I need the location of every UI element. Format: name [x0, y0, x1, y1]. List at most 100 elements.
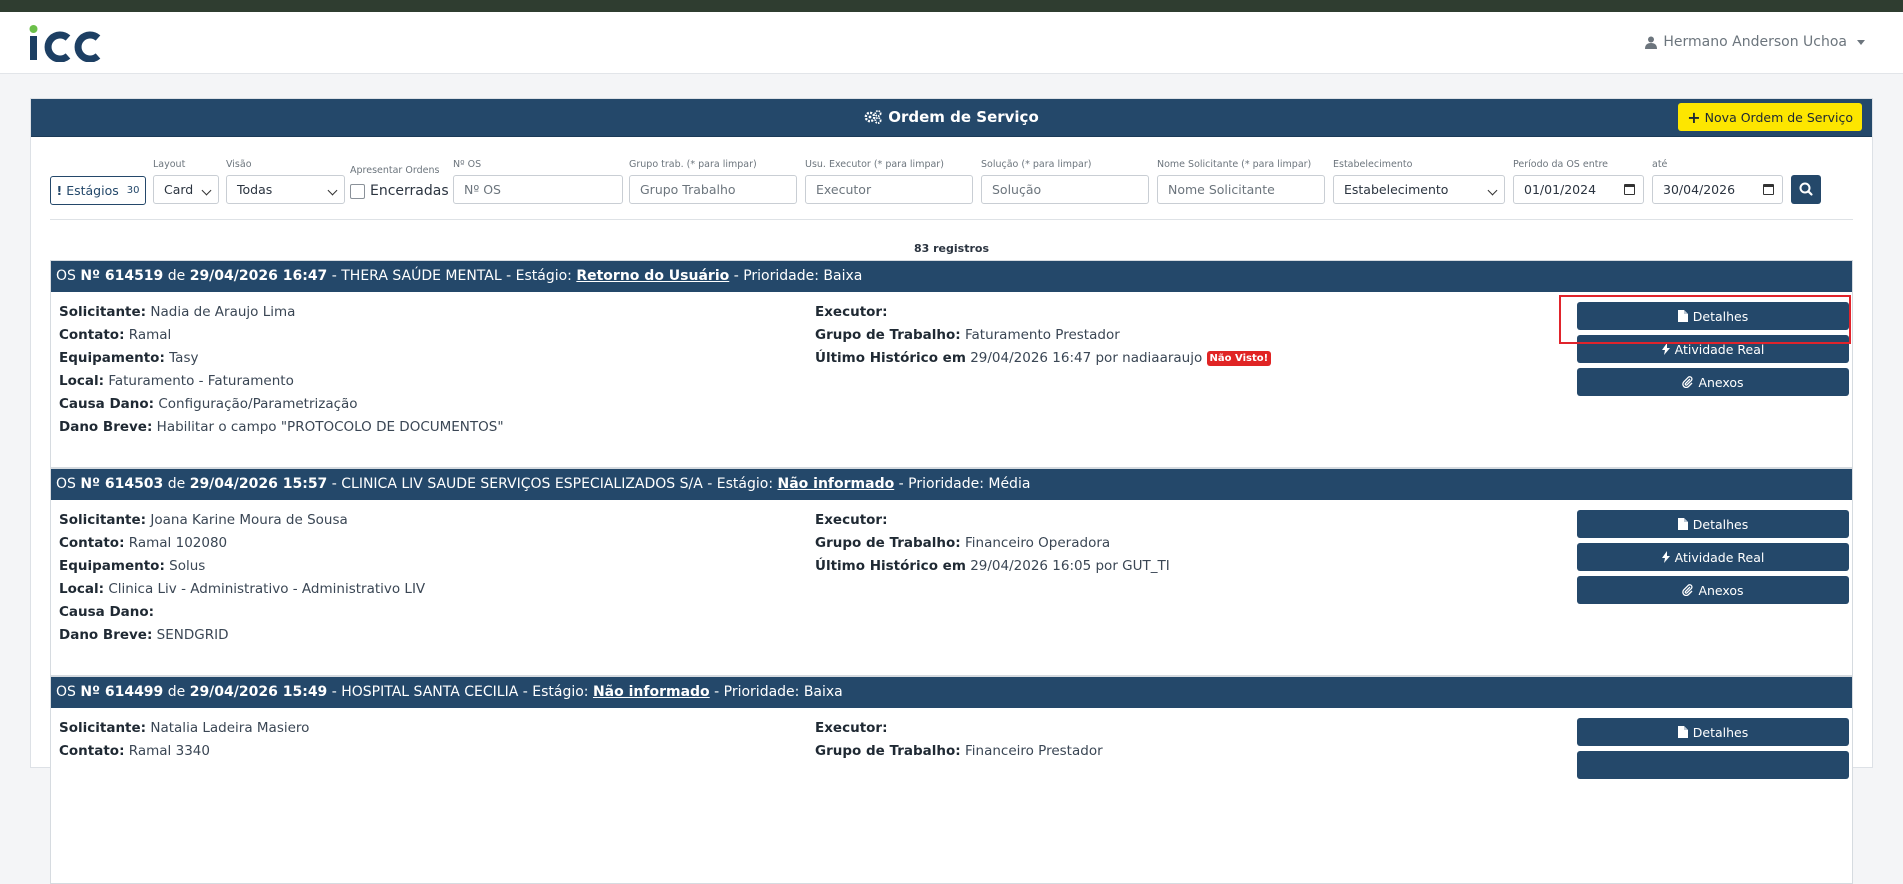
apresentar-group: Apresentar Ordens Encerradas [350, 165, 450, 199]
os-de: de [167, 476, 186, 492]
user-menu[interactable]: Hermano Anderson Uchoa [1645, 34, 1865, 50]
os-info-left: Solicitante: Joana Karine Moura de Sousa… [59, 509, 425, 647]
filters-bar: ! Estágios 30 Layout Card Visão Todas Ap… [50, 159, 1853, 219]
calendar-icon[interactable] [1624, 184, 1635, 195]
grupo-key: Grupo de Trabalho: [815, 743, 961, 759]
atividade-real-button[interactable]: Atividade Real [1577, 543, 1849, 571]
os-stage-link[interactable]: Retorno do Usuário [576, 268, 729, 284]
plus-icon: + [1687, 107, 1701, 127]
new-os-button[interactable]: + Nova Ordem de Serviço [1678, 103, 1862, 131]
chevron-down-icon [327, 185, 338, 196]
os-stage-link[interactable]: Não informado [593, 684, 710, 700]
executor-input[interactable]: Executor [805, 175, 973, 204]
os-card: OS Nº 614503 de 29/04/2026 15:57 - CLINI… [50, 468, 1853, 676]
atividade-label: Atividade Real [1674, 341, 1765, 357]
calendar-icon[interactable] [1763, 184, 1774, 195]
os-grupo: Grupo de Trabalho: Financeiro Operadora [815, 532, 1170, 555]
grupo-value: Faturamento Prestador [964, 327, 1120, 343]
estagios-label: Estágios [66, 183, 119, 198]
historico-key: Último Histórico em [815, 558, 966, 574]
estagios-button[interactable]: ! Estágios 30 [50, 176, 146, 205]
numero-os-input[interactable]: Nº OS [453, 175, 623, 204]
os-contato: Contato: Ramal [59, 324, 504, 347]
detalhes-button[interactable]: Detalhes [1577, 302, 1849, 330]
solucao-input[interactable]: Solução [981, 175, 1149, 204]
solucao-placeholder: Solução [992, 182, 1042, 197]
estabelecimento-select[interactable]: Estabelecimento [1333, 175, 1505, 204]
os-stage-link[interactable]: Não informado [778, 476, 895, 492]
os-grupo: Grupo de Trabalho: Faturamento Prestador [815, 324, 1271, 347]
os-prefix: OS [56, 268, 76, 284]
dano-value: SENDGRID [156, 627, 229, 643]
detalhes-button[interactable]: Detalhes [1577, 718, 1849, 746]
panel-title-text: Ordem de Serviço [888, 108, 1039, 126]
periodo-date-input[interactable]: 01/01/2024 [1513, 175, 1644, 204]
contato-value: Ramal [128, 327, 172, 343]
layout-select[interactable]: Card [153, 175, 219, 204]
os-card: OS Nº 614499 de 29/04/2026 15:49 - HOSPI… [50, 676, 1853, 884]
os-dano: Dano Breve: SENDGRID [59, 624, 425, 647]
executor-label: Usu. Executor (* para limpar) [805, 159, 944, 170]
chevron-down-icon [1487, 185, 1498, 196]
os-info-right: Executor: Grupo de Trabalho: Faturamento… [815, 301, 1272, 370]
os-info-left: Solicitante: Nadia de Araujo Lima Contat… [59, 301, 504, 439]
os-local: Local: Clinica Liv - Administrativo - Ad… [59, 578, 425, 601]
dano-key: Dano Breve: [59, 419, 153, 435]
os-equipamento: Equipamento: Tasy [59, 347, 504, 370]
periodo-label: Período da OS entre [1513, 159, 1608, 170]
os-stage-label: - Estágio: [506, 268, 572, 284]
os-actions: Detalhes Atividade Real Anexos [1577, 510, 1849, 609]
executor-key: Executor: [815, 304, 888, 320]
solicitante-input[interactable]: Nome Solicitante [1157, 175, 1325, 204]
solicitante-value: Joana Karine Moura de Sousa [150, 512, 348, 528]
os-equipamento: Equipamento: Solus [59, 555, 425, 578]
encerradas-label: Encerradas [370, 183, 449, 199]
file-icon [1677, 518, 1688, 530]
executor-group: Usu. Executor (* para limpar) Executor [805, 159, 973, 204]
grupo-input[interactable]: Grupo Trabalho [629, 175, 797, 204]
os-client: - HOSPITAL SANTA CECILIA [331, 684, 519, 700]
anexos-label: Anexos [1698, 582, 1744, 598]
solicitante-value: Natalia Ladeira Masiero [150, 720, 310, 736]
os-priority: - Prioridade: Baixa [714, 684, 843, 700]
os-stage-label: - Estágio: [707, 476, 774, 492]
historico-value: 29/04/2026 16:47 por nadiaaraujo [970, 350, 1203, 366]
os-actions: Detalhes Atividade Real Anexos [1577, 302, 1849, 401]
equipamento-value: Solus [169, 558, 206, 574]
causa-key: Causa Dano: [59, 396, 155, 412]
local-key: Local: [59, 581, 105, 597]
os-prefix: OS [56, 684, 76, 700]
anexos-button[interactable]: Anexos [1577, 368, 1849, 396]
os-actions: Detalhes [1577, 718, 1849, 784]
layout-label: Layout [153, 159, 186, 170]
ate-date-input[interactable]: 30/04/2026 [1652, 175, 1783, 204]
historico-key: Último Histórico em [815, 350, 966, 366]
icc-logo[interactable] [28, 24, 108, 62]
search-button[interactable] [1791, 175, 1821, 204]
atividade-real-button[interactable]: Atividade Real [1577, 335, 1849, 363]
encerradas-checkbox[interactable]: Encerradas [350, 183, 450, 199]
solicitante-key: Solicitante: [59, 720, 147, 736]
navbar: Hermano Anderson Uchoa [0, 12, 1903, 74]
atividade-real-button[interactable] [1577, 751, 1849, 779]
bolt-icon [1661, 551, 1670, 563]
grupo-key: Grupo de Trabalho: [815, 327, 961, 343]
solucao-label: Solução (* para limpar) [981, 159, 1092, 170]
anexos-button[interactable]: Anexos [1577, 576, 1849, 604]
ate-value: 30/04/2026 [1663, 182, 1736, 197]
periodo-value: 01/01/2024 [1524, 182, 1597, 197]
contato-value: Ramal 3340 [128, 743, 210, 759]
solicitante-group: Nome Solicitante (* para limpar) Nome So… [1157, 159, 1325, 204]
numero-os-group: Nº OS Nº OS [453, 159, 623, 204]
cogs-icon [864, 110, 882, 124]
top-strip [0, 0, 1903, 12]
os-datetime: 29/04/2026 15:57 [189, 476, 328, 492]
new-os-label: Nova Ordem de Serviço [1704, 109, 1853, 125]
os-info-right: Executor: Grupo de Trabalho: Financeiro … [815, 509, 1170, 578]
os-info-right: Executor: Grupo de Trabalho: Financeiro … [815, 717, 1103, 763]
os-executor: Executor: [815, 301, 1271, 324]
visao-select[interactable]: Todas [226, 175, 345, 204]
os-panel: Ordem de Serviço + Nova Ordem de Serviço… [30, 98, 1873, 884]
checkbox-box[interactable] [350, 183, 365, 199]
detalhes-button[interactable]: Detalhes [1577, 510, 1849, 538]
